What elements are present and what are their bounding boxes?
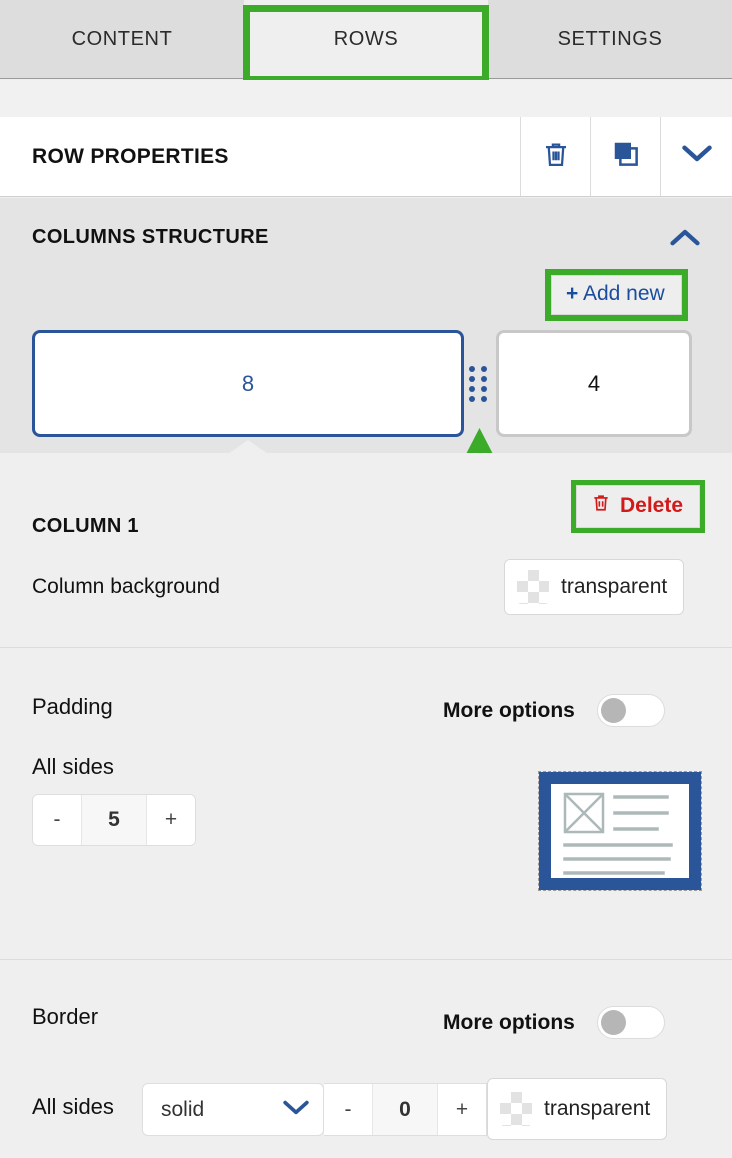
- delete-label: Delete: [620, 493, 684, 517]
- columns-structure-title: COLUMNS STRUCTURE: [32, 226, 269, 248]
- padding-more-options: More options: [443, 694, 665, 727]
- tab-settings[interactable]: SETTINGS: [488, 0, 732, 78]
- tab-bar: CONTENT ROWS SETTINGS: [0, 0, 732, 79]
- border-color-button[interactable]: transparent: [487, 1078, 668, 1140]
- padding-title: Padding: [32, 694, 113, 719]
- border-title: Border: [32, 1004, 99, 1029]
- border-more-options: More options: [443, 1006, 665, 1039]
- border-color-value: transparent: [544, 1097, 651, 1120]
- border-width-value[interactable]: 0: [372, 1084, 438, 1135]
- panel-gap-strip: [0, 80, 732, 117]
- column-box-2-value: 4: [587, 370, 601, 396]
- chevron-down-icon: [681, 144, 712, 169]
- transparent-swatch-icon: [517, 570, 549, 604]
- column-background-color-button[interactable]: transparent: [504, 559, 685, 615]
- row-properties-panel: CONTENT ROWS SETTINGS ROW PROPERTIES COL…: [0, 0, 732, 1158]
- duplicate-row-button[interactable]: [590, 117, 660, 196]
- plus-icon: +: [566, 282, 579, 305]
- border-width-increment-button[interactable]: +: [438, 1084, 486, 1135]
- column-background-value: transparent: [561, 575, 668, 598]
- padding-all-sides-label: All sides: [32, 754, 114, 779]
- trash-icon: [591, 491, 611, 520]
- row-properties-header: ROW PROPERTIES: [0, 117, 732, 197]
- collapse-row-button[interactable]: [660, 117, 732, 196]
- column-box-1[interactable]: 8: [32, 330, 464, 437]
- padding-more-options-label: More options: [443, 698, 575, 722]
- border-width-decrement-button[interactable]: -: [324, 1084, 372, 1135]
- annotation-highlight-delete: Delete: [571, 480, 706, 533]
- padding-decrement-button[interactable]: -: [33, 795, 81, 845]
- add-new-column-button[interactable]: + Add new: [551, 275, 682, 315]
- toggle-knob: [600, 698, 626, 723]
- border-more-options-toggle[interactable]: [596, 1006, 665, 1039]
- delete-row-button[interactable]: [520, 117, 590, 196]
- border-all-sides-label: All sides: [32, 1094, 114, 1119]
- annotation-highlight-add-new: + Add new: [545, 269, 688, 321]
- delete-column-button[interactable]: Delete: [576, 485, 701, 528]
- padding-more-options-toggle[interactable]: [596, 694, 665, 727]
- page-title: ROW PROPERTIES: [32, 144, 229, 168]
- drag-dots-icon[interactable]: [469, 366, 489, 403]
- tab-rows[interactable]: ROWS: [244, 0, 488, 78]
- column-1-title: COLUMN 1: [32, 515, 139, 537]
- border-width-stepper: - 0 +: [324, 1083, 487, 1136]
- padding-increment-button[interactable]: +: [147, 795, 195, 845]
- column-background-label: Column background: [32, 575, 220, 598]
- chevron-up-icon: [670, 229, 700, 250]
- tab-content[interactable]: CONTENT: [0, 0, 244, 78]
- border-style-value: solid: [161, 1097, 205, 1121]
- columns-structure-collapse-button[interactable]: [670, 228, 700, 251]
- transparent-swatch-icon: [500, 1092, 532, 1126]
- add-new-label: Add new: [582, 282, 665, 305]
- selected-column-caret: [228, 440, 268, 454]
- padding-value[interactable]: 5: [81, 795, 147, 845]
- trash-icon: [541, 138, 571, 175]
- chevron-down-icon: [283, 1098, 309, 1122]
- border-more-options-label: More options: [443, 1010, 575, 1034]
- padding-preview-icon: [538, 771, 702, 891]
- column-box-1-value: 8: [241, 370, 255, 396]
- border-style-select[interactable]: solid: [142, 1083, 324, 1136]
- padding-stepper: - 5 +: [32, 794, 196, 846]
- duplicate-icon: [611, 139, 641, 174]
- toggle-knob: [600, 1010, 626, 1035]
- border-controls-row: solid - 0 + transparent: [142, 1078, 668, 1140]
- columns-preview: 8 4: [0, 330, 732, 438]
- column-box-2[interactable]: 4: [496, 330, 692, 437]
